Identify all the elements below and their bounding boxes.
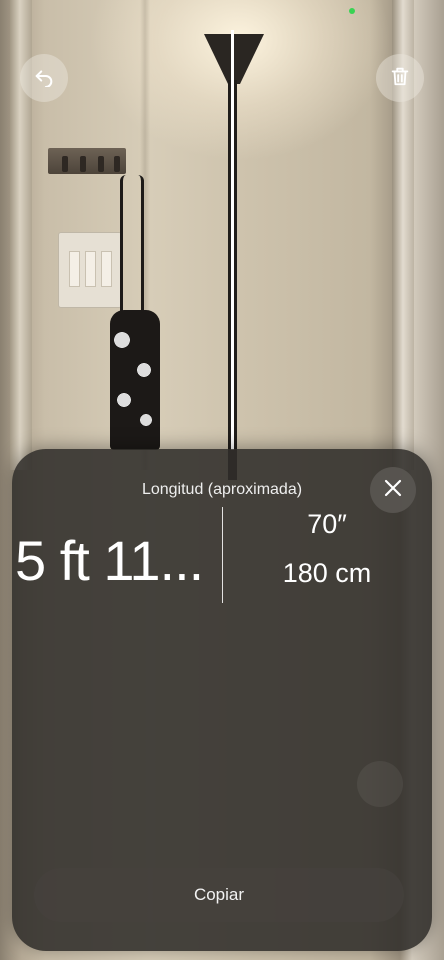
close-icon — [383, 478, 403, 503]
measure-app-screen: Longitud (aproximada) 5 ft 11... 70″ 180… — [0, 0, 444, 960]
measurement-centimeters: 180 cm — [282, 558, 372, 588]
value-divider — [222, 507, 223, 603]
undo-button[interactable] — [20, 54, 68, 102]
light-switch — [85, 251, 96, 287]
measurement-result-sheet: Longitud (aproximada) 5 ft 11... 70″ 180… — [12, 449, 432, 951]
coat-hook — [98, 156, 104, 172]
coat-hook — [62, 156, 68, 172]
coat-hook — [80, 156, 86, 172]
light-switch-plate — [58, 232, 122, 308]
close-button[interactable] — [370, 467, 416, 513]
delete-button[interactable] — [376, 54, 424, 102]
umbrella-strap — [120, 175, 144, 325]
measurement-inches: 70″ — [307, 509, 347, 539]
measurement-line — [231, 30, 234, 450]
primary-measurement: 5 ft 11... — [15, 529, 204, 592]
trash-icon — [389, 65, 411, 92]
umbrella — [110, 310, 160, 450]
tracking-indicator — [349, 8, 355, 14]
copy-button[interactable]: Copiar — [34, 868, 404, 922]
background-glow — [357, 761, 403, 807]
sheet-title: Longitud (aproximada) — [141, 481, 303, 498]
light-switch — [101, 251, 112, 287]
light-switch — [69, 251, 80, 287]
coat-hook — [114, 156, 120, 172]
floor-lamp-shade — [204, 34, 264, 84]
undo-icon — [33, 65, 55, 92]
